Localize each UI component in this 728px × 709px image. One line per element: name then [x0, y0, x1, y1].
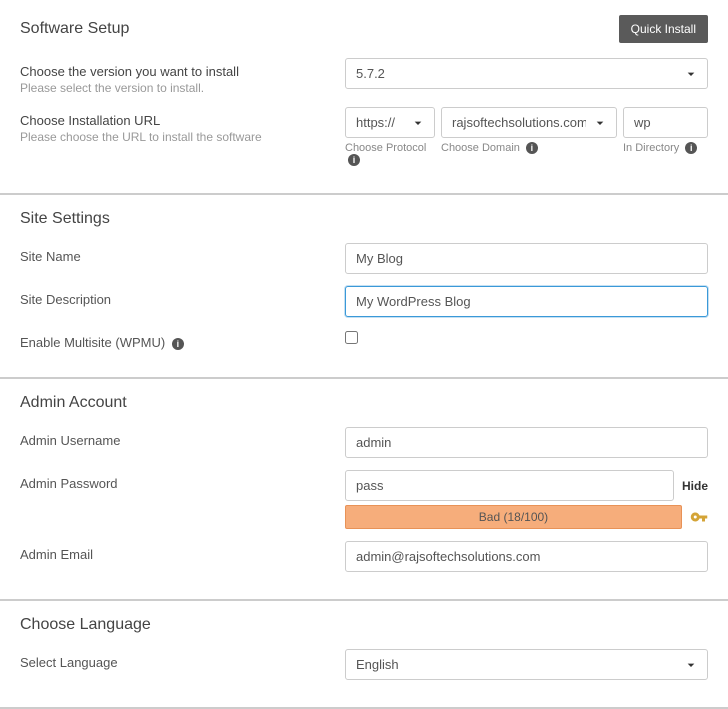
site-name-control — [345, 243, 708, 274]
language-select[interactable]: English — [345, 649, 708, 680]
admin-email-control — [345, 541, 708, 572]
language-section: Choose Language Select Language English — [0, 601, 728, 709]
section-header: Software Setup Quick Install — [20, 15, 708, 43]
admin-username-input[interactable] — [345, 427, 708, 458]
version-control: 5.7.2 — [345, 58, 708, 89]
admin-password-row: Admin Password Hide Bad (18/100) — [20, 470, 708, 529]
version-label-block: Choose the version you want to install P… — [20, 58, 345, 95]
multisite-checkbox[interactable] — [345, 331, 358, 344]
software-setup-section: Software Setup Quick Install Choose the … — [0, 0, 728, 195]
admin-password-control: Hide Bad (18/100) — [345, 470, 708, 529]
quick-install-button[interactable]: Quick Install — [619, 15, 708, 43]
info-icon[interactable]: i — [348, 154, 360, 166]
domain-label: Choose Domain i — [441, 142, 617, 166]
info-icon[interactable]: i — [172, 338, 184, 350]
version-select[interactable]: 5.7.2 — [345, 58, 708, 89]
version-sublabel: Please select the version to install. — [20, 81, 345, 95]
key-icon[interactable] — [690, 508, 708, 526]
multisite-label: Enable Multisite (WPMU) i — [20, 329, 345, 350]
site-name-row: Site Name — [20, 243, 708, 274]
password-strength-bar: Bad (18/100) — [345, 505, 682, 529]
language-control: English — [345, 649, 708, 680]
protocol-label: Choose Protocol i — [345, 142, 435, 166]
info-icon[interactable]: i — [526, 142, 538, 154]
admin-username-label: Admin Username — [20, 427, 345, 448]
admin-account-section: Admin Account Admin Username Admin Passw… — [0, 379, 728, 601]
section-title: Site Settings — [20, 210, 110, 228]
multisite-control — [345, 329, 708, 347]
site-name-input[interactable] — [345, 243, 708, 274]
admin-username-control — [345, 427, 708, 458]
url-sublabel: Please choose the URL to install the sof… — [20, 130, 345, 144]
url-label: Choose Installation URL — [20, 113, 345, 128]
domain-select[interactable]: rajsoftechsolutions.com — [441, 107, 617, 138]
directory-input[interactable] — [623, 107, 708, 138]
site-name-label: Site Name — [20, 243, 345, 264]
version-label: Choose the version you want to install — [20, 64, 345, 79]
admin-username-row: Admin Username — [20, 427, 708, 458]
url-control: https:// rajsoftechsolutions.com Choose … — [345, 107, 708, 166]
site-description-control — [345, 286, 708, 317]
language-label: Select Language — [20, 649, 345, 670]
info-icon[interactable]: i — [685, 142, 697, 154]
admin-email-input[interactable] — [345, 541, 708, 572]
directory-label: In Directory i — [623, 142, 708, 166]
section-title: Software Setup — [20, 20, 129, 38]
version-row: Choose the version you want to install P… — [20, 58, 708, 95]
section-title: Admin Account — [20, 394, 127, 412]
multisite-row: Enable Multisite (WPMU) i — [20, 329, 708, 350]
admin-email-label: Admin Email — [20, 541, 345, 562]
site-description-label: Site Description — [20, 286, 345, 307]
admin-password-label: Admin Password — [20, 470, 345, 491]
section-title: Choose Language — [20, 616, 151, 634]
hide-toggle[interactable]: Hide — [682, 479, 708, 493]
url-row: Choose Installation URL Please choose th… — [20, 107, 708, 166]
url-label-block: Choose Installation URL Please choose th… — [20, 107, 345, 144]
admin-password-input[interactable] — [345, 470, 674, 501]
section-header: Choose Language — [20, 616, 708, 634]
protocol-select[interactable]: https:// — [345, 107, 435, 138]
site-settings-section: Site Settings Site Name Site Description… — [0, 195, 728, 379]
site-description-input[interactable] — [345, 286, 708, 317]
language-row: Select Language English — [20, 649, 708, 680]
section-header: Site Settings — [20, 210, 708, 228]
admin-email-row: Admin Email — [20, 541, 708, 572]
site-description-row: Site Description — [20, 286, 708, 317]
section-header: Admin Account — [20, 394, 708, 412]
